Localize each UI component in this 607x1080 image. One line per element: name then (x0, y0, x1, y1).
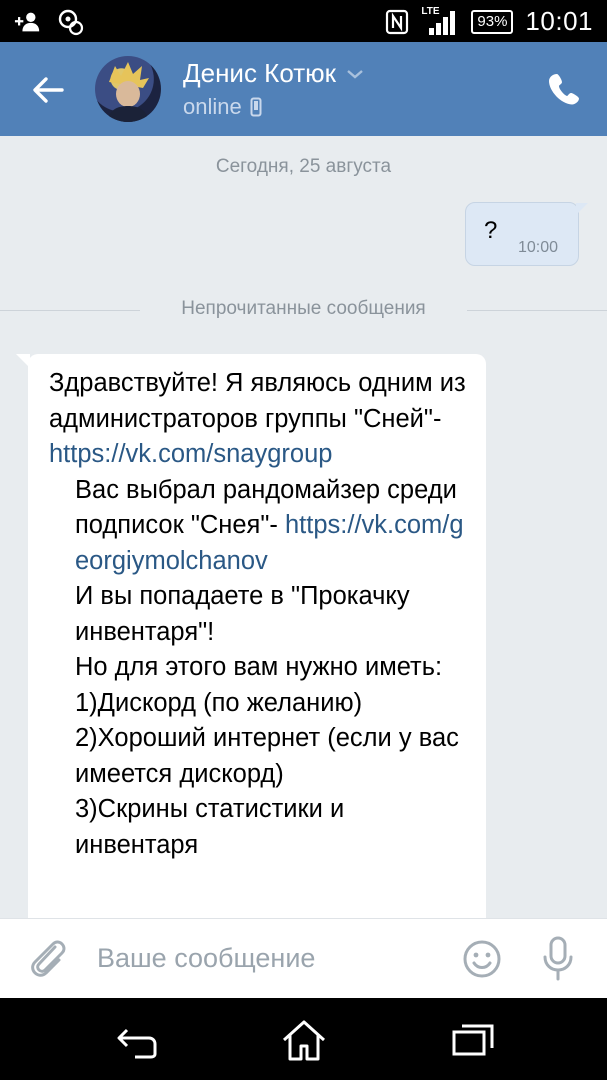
add-friend-icon (14, 8, 42, 36)
microphone-icon[interactable] (540, 935, 576, 983)
list-item: 2)Хороший интернет (если у вас имеется д… (75, 724, 459, 788)
message-text: Но для этого вам нужно иметь: (75, 653, 443, 681)
nav-back-icon[interactable] (113, 1018, 161, 1062)
list-item: 3)Скрины статистики и инвентаря (75, 795, 345, 859)
message-list[interactable]: Сегодня, 25 августа ? 10:00 Непрочитанны… (0, 136, 607, 918)
message-text: Здравствуйте! Я являюсь одним из админис… (49, 369, 466, 433)
nav-recents-icon[interactable] (450, 1018, 498, 1062)
smile-icon[interactable] (462, 939, 502, 979)
group-link[interactable]: https://vk.com/snaygroup (49, 440, 332, 468)
list-item: 1)Дискорд (по желанию) (75, 688, 363, 717)
contact-name-row[interactable]: Денис Котюк (183, 58, 364, 89)
message-paragraph: Здравствуйте! Я являюсь одним из админис… (49, 366, 469, 473)
unread-separator: Непрочитанные сообщения (0, 298, 607, 322)
status-right: LTE 93% 10:01 (383, 6, 593, 37)
message-text: ? (484, 217, 498, 244)
message-time: 10:00 (517, 239, 558, 256)
unread-label: Непрочитанные сообщения (167, 298, 440, 319)
back-arrow-icon[interactable] (30, 72, 66, 108)
chevron-down-icon (347, 69, 363, 79)
phone-icon[interactable] (549, 72, 581, 106)
system-nav-bar (0, 998, 607, 1080)
incoming-message[interactable]: Здравствуйте! Я являюсь одним из админис… (16, 354, 486, 918)
status-left-icons (14, 8, 84, 36)
outgoing-message[interactable]: ? 10:00 (465, 202, 588, 266)
bubble-tail (16, 354, 30, 368)
message-composer: Ваше сообщение (0, 918, 607, 999)
battery-indicator: 93% (471, 9, 514, 34)
location-icon (56, 8, 84, 36)
message-text: И вы попадаете в "Прокачку инвентаря"! (75, 582, 410, 646)
contact-status-row: online (183, 94, 262, 120)
bubble-tail (576, 203, 588, 215)
signal-icon: LTE (421, 6, 459, 36)
mobile-icon (250, 97, 262, 117)
message-input[interactable]: Ваше сообщение (97, 943, 315, 974)
status-bar: LTE 93% 10:01 (0, 0, 607, 42)
date-separator: Сегодня, 25 августа (215, 156, 392, 177)
chat-header: Денис Котюк online (0, 42, 607, 136)
message-paragraph: Вас выбрал рандомайзер среди подписок "С… (49, 473, 469, 580)
contact-status: online (183, 94, 242, 119)
avatar[interactable] (95, 56, 161, 122)
message-body: Здравствуйте! Я являюсь одним из админис… (49, 366, 469, 863)
nav-home-icon[interactable] (280, 1018, 328, 1062)
clock: 10:01 (525, 6, 593, 36)
unread-label-wrap: Непрочитанные сообщения (0, 298, 607, 320)
paperclip-icon[interactable] (28, 937, 68, 981)
nfc-icon (383, 8, 411, 36)
contact-name: Денис Котюк (183, 58, 336, 88)
